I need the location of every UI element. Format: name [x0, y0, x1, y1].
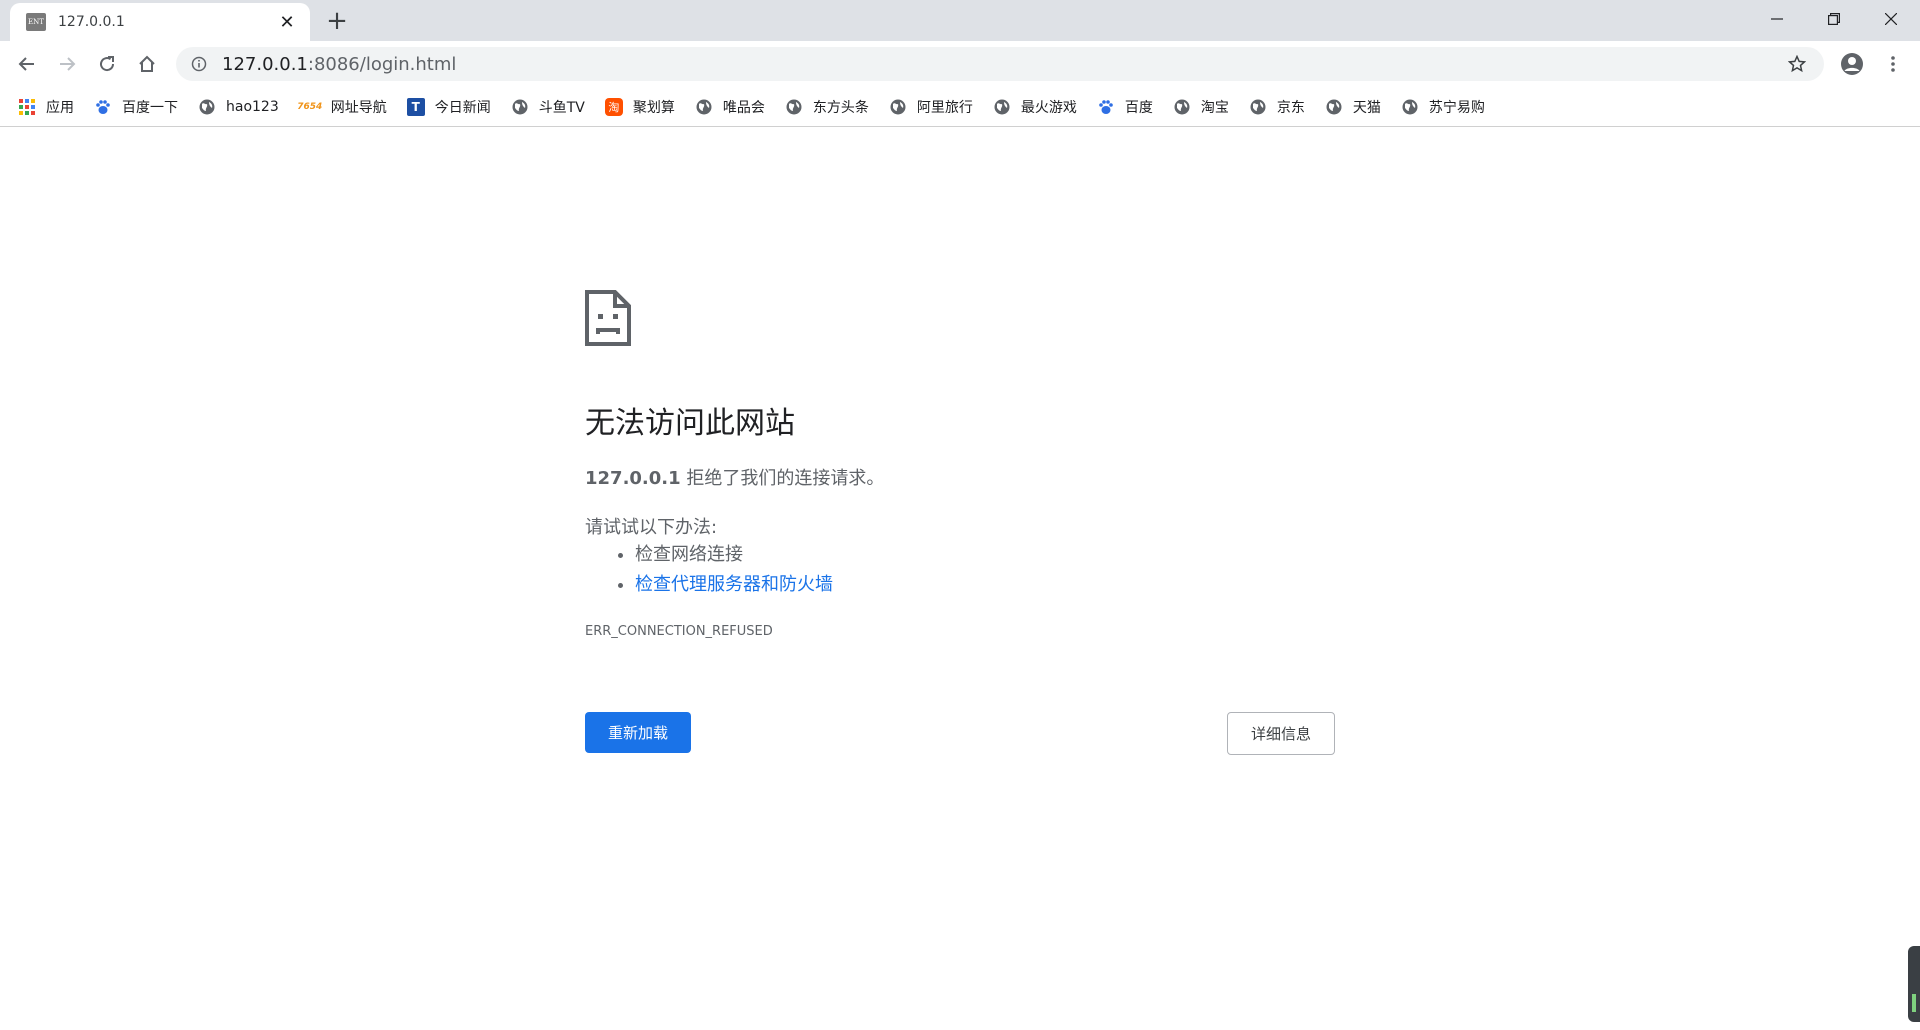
- url-host: 127.0.0.1: [222, 53, 308, 75]
- profile-avatar-icon[interactable]: [1837, 49, 1867, 79]
- bookmark-label: 天猫: [1352, 99, 1381, 116]
- suggestion-check-proxy-link[interactable]: 检查代理服务器和防火墙: [635, 574, 833, 595]
- bookmark-label: 苏宁易购: [1428, 99, 1485, 116]
- active-tab[interactable]: ENT 127.0.0.1 ✕: [10, 3, 310, 41]
- tab-close-icon[interactable]: ✕: [276, 11, 298, 33]
- bookmark-label: 唯品会: [722, 99, 765, 116]
- address-bar[interactable]: 127.0.0.1:8086/login.html: [176, 47, 1824, 81]
- bookmark-item[interactable]: 苏宁易购: [1401, 92, 1485, 122]
- bookmark-label: hao123: [226, 98, 279, 115]
- details-button[interactable]: 详细信息: [1227, 712, 1335, 755]
- bookmark-item[interactable]: T 今日新闻: [406, 92, 491, 122]
- error-description: 127.0.0.1 拒绝了我们的连接请求。: [585, 464, 884, 490]
- bookmark-label: 斗鱼TV: [538, 99, 585, 116]
- forward-button[interactable]: [52, 49, 82, 79]
- bookmark-item[interactable]: 淘宝: [1173, 92, 1229, 122]
- bookmark-item[interactable]: 阿里旅行: [889, 92, 973, 122]
- side-widget-handle[interactable]: [1908, 946, 1920, 1022]
- url-text[interactable]: 127.0.0.1:8086/login.html: [222, 54, 1782, 75]
- globe-icon: [889, 98, 907, 116]
- url-path: :8086/login.html: [307, 53, 457, 75]
- restore-button[interactable]: [1805, 0, 1862, 37]
- baidu-paw-icon: [94, 98, 112, 116]
- bookmark-star-icon[interactable]: [1782, 49, 1812, 79]
- home-button[interactable]: [132, 49, 162, 79]
- error-title: 无法访问此网站: [585, 406, 795, 441]
- restore-icon: [1827, 12, 1840, 25]
- bookmark-item[interactable]: 应用: [18, 92, 74, 122]
- sad-page-icon: [585, 290, 631, 346]
- globe-icon: [1325, 98, 1343, 116]
- bookmark-item[interactable]: 百度一下: [94, 92, 178, 122]
- minimize-icon: [1770, 17, 1783, 20]
- side-widget-indicator: [1912, 994, 1916, 1012]
- 7654-icon-text: 7654: [297, 101, 323, 112]
- 7654-icon: 7654: [297, 98, 323, 116]
- bookmark-label: 最火游戏: [1020, 99, 1077, 116]
- bookmark-item[interactable]: 最火游戏: [993, 92, 1077, 122]
- suggestion-check-proxy-item: 检查代理服务器和防火墙: [635, 570, 833, 600]
- bookmark-label: 今日新闻: [434, 99, 491, 116]
- suggestions-list: 检查网络连接 检查代理服务器和防火墙: [585, 540, 833, 600]
- reload-icon: [100, 56, 115, 72]
- tab-title: 127.0.0.1: [58, 14, 125, 30]
- taobao-icon-text: 淘: [608, 100, 620, 114]
- globe-icon: [993, 98, 1011, 116]
- bookmark-label: 网址导航: [330, 99, 387, 116]
- bookmark-item[interactable]: hao123: [198, 92, 279, 122]
- window-close-icon: [1884, 12, 1897, 25]
- suggestions-heading: 请试试以下办法:: [585, 517, 718, 538]
- baidu-paw-icon: [1097, 98, 1115, 116]
- news-t-icon: T: [406, 97, 425, 116]
- new-tab-button[interactable]: +: [323, 6, 351, 36]
- bookmark-label: 聚划算: [632, 99, 675, 116]
- globe-icon: [695, 98, 713, 116]
- globe-icon: [511, 98, 529, 116]
- minimize-button[interactable]: [1748, 0, 1805, 37]
- news-t-icon-text: T: [411, 99, 420, 114]
- apps-grid-icon: [18, 98, 36, 116]
- taobao-icon: 淘: [604, 97, 623, 116]
- back-button[interactable]: [12, 49, 42, 79]
- globe-icon: [1173, 98, 1191, 116]
- bookmark-label: 东方头条: [812, 99, 869, 116]
- bookmarks-bar: 应用 百度一下 hao123 7654 网址导航 T 今日新闻 斗鱼TV 淘 聚…: [0, 87, 1920, 127]
- tab-strip: ENT 127.0.0.1 ✕ +: [0, 0, 1920, 41]
- bookmark-label: 百度一下: [122, 99, 178, 116]
- globe-icon: [1401, 98, 1419, 116]
- bookmark-item[interactable]: 百度: [1097, 92, 1153, 122]
- forward-arrow-icon: [60, 57, 76, 71]
- site-favicon-icon: ENT: [26, 13, 46, 31]
- bookmark-label: 百度: [1124, 99, 1153, 116]
- bookmark-item[interactable]: 京东: [1249, 92, 1305, 122]
- globe-icon: [198, 98, 216, 116]
- browser-menu-icon[interactable]: [1880, 49, 1906, 79]
- back-arrow-icon: [18, 57, 34, 71]
- bookmark-label: 阿里旅行: [916, 99, 973, 116]
- site-info-icon[interactable]: [188, 53, 210, 75]
- bookmark-item[interactable]: 淘 聚划算: [604, 92, 675, 122]
- error-description-text: 拒绝了我们的连接请求。: [680, 468, 885, 489]
- globe-icon: [785, 98, 803, 116]
- error-host: 127.0.0.1: [585, 468, 681, 489]
- suggestion-check-network: 检查网络连接: [635, 540, 833, 570]
- reload-toolbar-button[interactable]: [92, 49, 122, 79]
- bookmark-item[interactable]: 东方头条: [785, 92, 869, 122]
- bookmark-label: 淘宝: [1200, 99, 1229, 116]
- error-code: ERR_CONNECTION_REFUSED: [585, 624, 773, 639]
- window-close-button[interactable]: [1862, 0, 1919, 37]
- bookmark-label: 京东: [1276, 99, 1305, 116]
- globe-icon: [1249, 98, 1267, 116]
- bookmark-item[interactable]: 唯品会: [695, 92, 765, 122]
- bookmark-item[interactable]: 天猫: [1325, 92, 1381, 122]
- reload-button[interactable]: 重新加载: [585, 712, 691, 753]
- bookmark-label: 应用: [46, 99, 74, 116]
- bookmark-item[interactable]: 斗鱼TV: [511, 92, 585, 122]
- bookmark-item[interactable]: 7654 网址导航: [297, 92, 387, 122]
- browser-toolbar: 127.0.0.1:8086/login.html: [0, 41, 1920, 87]
- page-content: 无法访问此网站 127.0.0.1 拒绝了我们的连接请求。 请试试以下办法: 检…: [0, 128, 1920, 1030]
- home-icon: [139, 55, 155, 72]
